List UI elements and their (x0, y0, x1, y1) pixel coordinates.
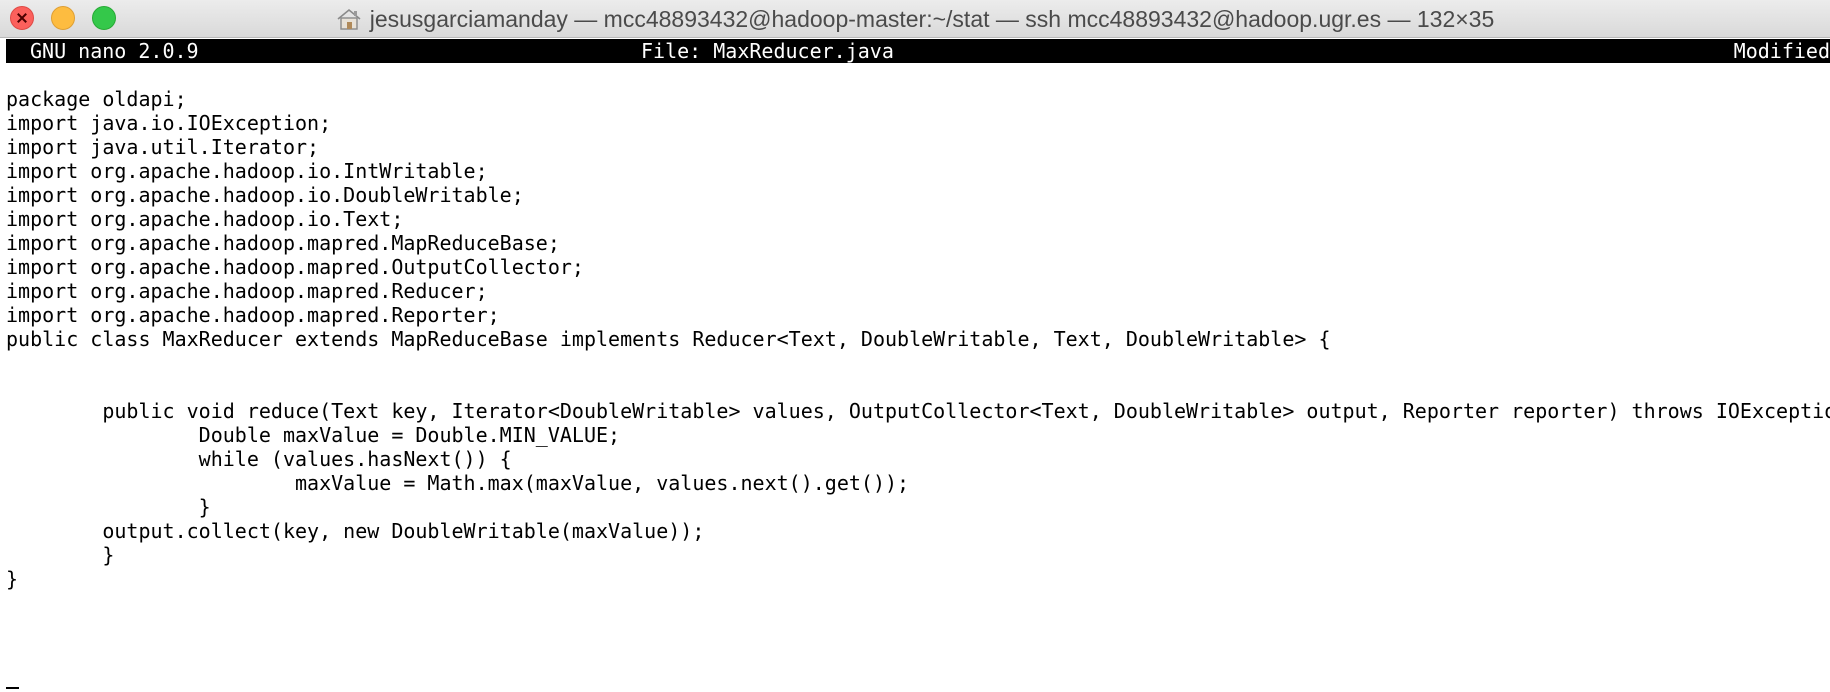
code-line: output.collect(key, new DoubleWritable(m… (6, 519, 705, 543)
code-line: while (values.hasNext()) { (6, 447, 512, 471)
code-line: import org.apache.hadoop.mapred.Reducer; (6, 279, 488, 303)
nano-header-bar: GNU nano 2.0.9 File: MaxReducer.java Mod… (6, 39, 1830, 63)
window-title-area: jesusgarciamanday — mcc48893432@hadoop-m… (0, 0, 1830, 38)
code-line: package oldapi; (6, 87, 187, 111)
nano-file-name: File: MaxReducer.java (641, 39, 894, 63)
code-line: import org.apache.hadoop.io.DoubleWritab… (6, 183, 524, 207)
code-line: } (6, 543, 115, 567)
code-line: import org.apache.hadoop.mapred.Reporter… (6, 303, 500, 327)
code-line: Double maxValue = Double.MIN_VALUE; (6, 423, 621, 447)
code-line: import org.apache.hadoop.io.Text; (6, 207, 404, 231)
title-bar[interactable]: jesusgarciamanday — mcc48893432@hadoop-m… (0, 0, 1830, 38)
nano-version: GNU nano 2.0.9 (30, 39, 199, 63)
code-line: import org.apache.hadoop.mapred.OutputCo… (6, 255, 584, 279)
code-line: } (6, 567, 19, 591)
nano-modified-status: Modified (1733, 39, 1830, 63)
code-line: import java.util.Iterator; (6, 135, 320, 159)
text-cursor (6, 687, 19, 689)
code-line: maxValue = Math.max(maxValue, values.nex… (6, 471, 910, 495)
code-line: import org.apache.hadoop.mapred.MapReduc… (6, 231, 560, 255)
code-line: import org.apache.hadoop.io.IntWritable; (6, 159, 488, 183)
code-line: } (6, 495, 211, 519)
editor-text-area[interactable]: package oldapi; import java.io.IOExceptio… (6, 87, 1830, 591)
terminal-window: jesusgarciamanday — mcc48893432@hadoop-m… (0, 0, 1830, 692)
code-line: public void reduce(Text key, Iterator<Do… (6, 399, 1830, 423)
window-title: jesusgarciamanday — mcc48893432@hadoop-m… (369, 5, 1495, 32)
code-line: import java.io.IOException; (6, 111, 332, 135)
home-icon (336, 8, 362, 30)
code-line: public class MaxReducer extends MapReduc… (6, 327, 1331, 351)
